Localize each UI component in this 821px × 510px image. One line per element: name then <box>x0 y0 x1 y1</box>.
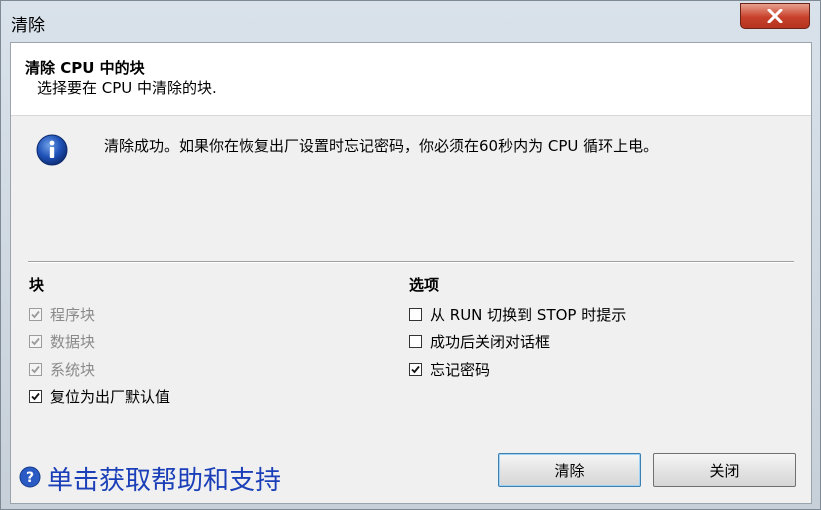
checkbox <box>29 307 42 321</box>
checkmark-icon <box>31 365 40 373</box>
info-icon <box>36 134 68 166</box>
help-icon[interactable]: ? <box>19 466 41 488</box>
checkbox-label: 成功后关闭对话框 <box>430 333 551 351</box>
checkbox-label: 复位为出厂默认值 <box>50 388 171 406</box>
checkbox-label: 忘记密码 <box>430 360 491 379</box>
close-button[interactable]: 关闭 <box>653 453 796 487</box>
blocks-group-title: 块 <box>29 276 45 294</box>
dialog-body: 清除 CPU 中的块 选择要在 CPU 中清除的块. 清除成功。如果你在恢复出厂… <box>10 42 812 504</box>
status-message: 清除成功。如果你在恢复出厂设置时忘记密码，你必须在60秒内为 CPU 循环上电。 <box>104 137 659 155</box>
svg-text:?: ? <box>26 470 34 486</box>
checkbox-label: 程序块 <box>50 305 96 324</box>
options-group-title: 选项 <box>409 276 440 294</box>
checkbox[interactable] <box>409 362 422 376</box>
clear-button[interactable]: 清除 <box>498 453 641 487</box>
block-option-3: 系统块 <box>29 359 95 379</box>
checkbox-label: 系统块 <box>50 360 96 379</box>
close-icon <box>767 8 783 24</box>
window-title: 清除 <box>11 16 45 36</box>
checkbox[interactable] <box>29 390 42 403</box>
block-option-4[interactable]: 复位为出厂默认值 <box>29 387 170 407</box>
dialog-option-1[interactable]: 从 RUN 切换到 STOP 时提示 <box>409 304 626 324</box>
checkbox <box>29 362 42 376</box>
block-option-2: 数据块 <box>29 332 95 352</box>
checkbox[interactable] <box>409 335 422 348</box>
checkbox[interactable] <box>409 307 422 321</box>
separator <box>28 261 794 263</box>
checkbox-label: 从 RUN 切换到 STOP 时提示 <box>430 305 627 324</box>
checkbox-label: 数据块 <box>50 333 96 351</box>
checkmark-icon <box>31 337 40 346</box>
block-option-1: 程序块 <box>29 304 95 324</box>
dialog-window: 清除 清除 CPU 中的块 选择要在 CPU 中清除的块. 清除成功。如果你在恢… <box>0 0 821 510</box>
checkmark-icon <box>411 365 420 373</box>
header-subtitle: 选择要在 CPU 中清除的块. <box>37 79 217 97</box>
checkbox <box>29 335 42 348</box>
header-title: 清除 CPU 中的块 <box>25 59 145 77</box>
checkmark-icon <box>31 310 40 318</box>
window-close-button[interactable] <box>740 3 810 29</box>
help-link[interactable]: 单击获取帮助和支持 <box>47 460 281 497</box>
dialog-option-3[interactable]: 忘记密码 <box>409 359 490 379</box>
title-bar[interactable]: 清除 <box>1 1 821 41</box>
checkmark-icon <box>31 392 40 401</box>
dialog-option-2[interactable]: 成功后关闭对话框 <box>409 332 550 352</box>
header-panel: 清除 CPU 中的块 选择要在 CPU 中清除的块. <box>11 43 811 116</box>
